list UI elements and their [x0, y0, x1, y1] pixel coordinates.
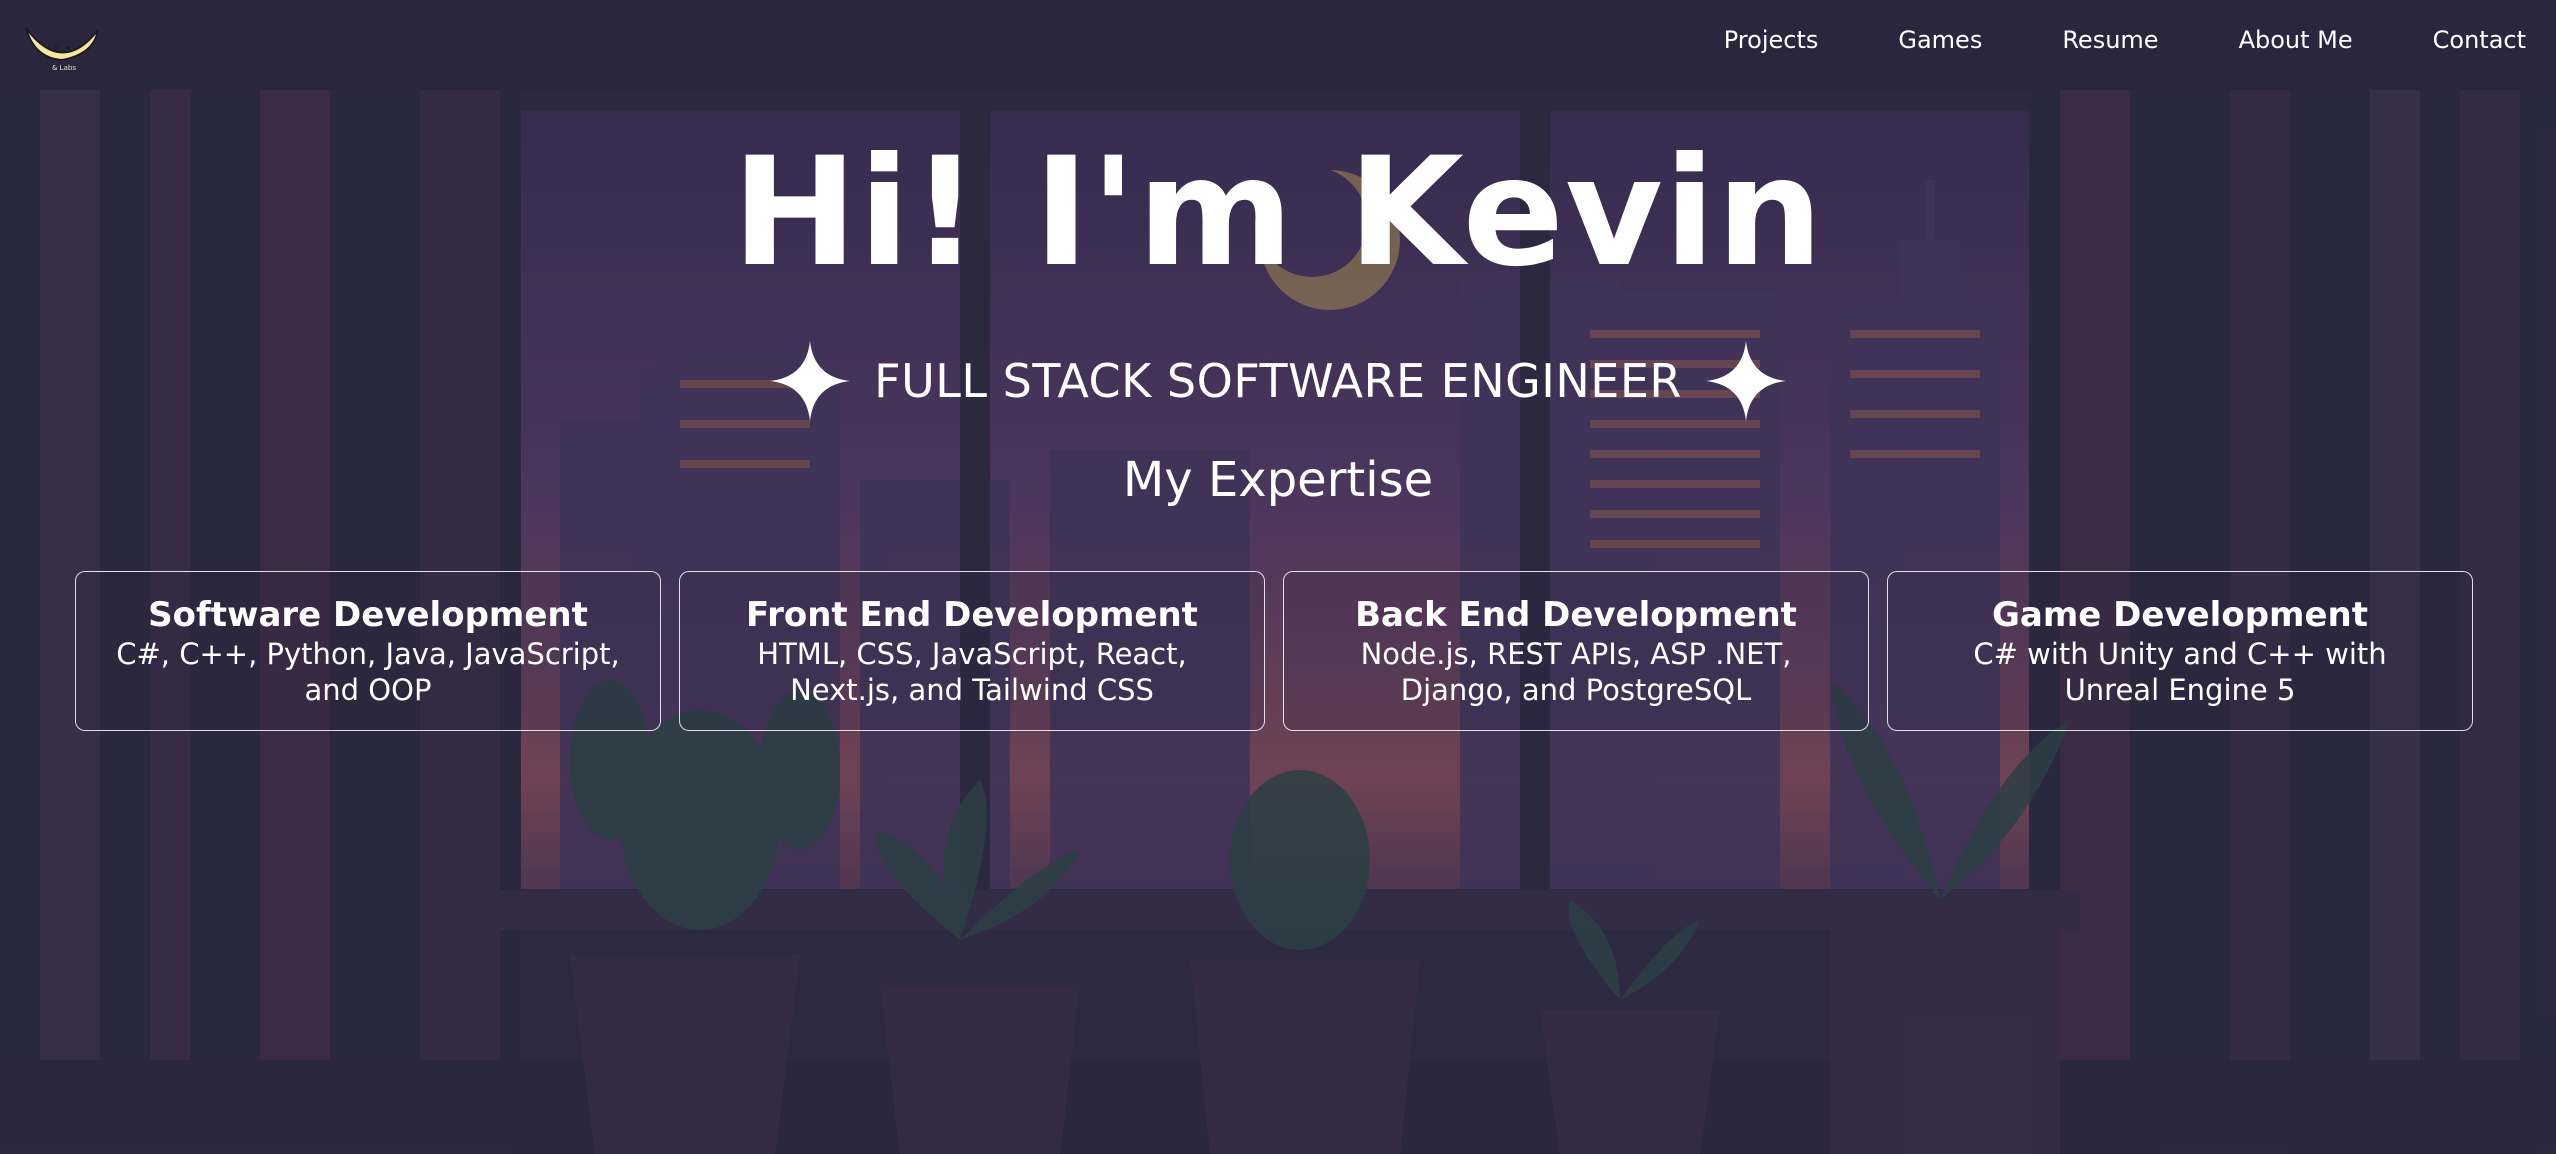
four-point-star-icon: [1705, 341, 1786, 421]
card-title: Front End Development: [746, 595, 1198, 635]
expertise-card-software: Software Development C#, C++, Python, Ja…: [75, 571, 661, 731]
nav-projects-link[interactable]: Projects: [1724, 26, 1819, 54]
logo-text: & Labs: [52, 64, 76, 72]
card-body: Node.js, REST APIs, ASP .NET, Django, an…: [1360, 637, 1792, 707]
expertise-card-backend: Back End Development Node.js, REST APIs,…: [1283, 571, 1869, 731]
hero-title: Hi! I'm Kevin: [731, 126, 1825, 300]
card-title: Back End Development: [1355, 595, 1797, 635]
expertise-card-frontend: Front End Development HTML, CSS, JavaScr…: [679, 571, 1265, 731]
card-body: HTML, CSS, JavaScript, React, Next.js, a…: [757, 637, 1187, 707]
expertise-heading: My Expertise: [1122, 452, 1434, 508]
nav-links: Projects Games Resume About Me Contact: [1644, 26, 2526, 54]
card-body: C# with Unity and C++ with Unreal Engine…: [1973, 637, 2387, 707]
card-title: Software Development: [148, 595, 588, 635]
expertise-cards: Software Development C#, C++, Python, Ja…: [75, 571, 2477, 733]
hero-subtitle: FULL STACK SOFTWARE ENGINEER: [874, 354, 1682, 408]
nav-games-link[interactable]: Games: [1898, 26, 1982, 54]
top-navbar: & Labs Projects Games Resume About Me Co…: [0, 0, 2556, 86]
subtitle-row: FULL STACK SOFTWARE ENGINEER: [0, 336, 2556, 426]
expertise-card-game: Game Development C# with Unity and C++ w…: [1887, 571, 2473, 731]
nav-resume-link[interactable]: Resume: [2062, 26, 2158, 54]
four-point-star-icon: [770, 341, 851, 421]
nav-about-link[interactable]: About Me: [2239, 26, 2353, 54]
card-title: Game Development: [1992, 595, 2368, 635]
card-body: C#, C++, Python, Java, JavaScript, and O…: [116, 637, 620, 707]
nav-contact-link[interactable]: Contact: [2433, 26, 2526, 54]
